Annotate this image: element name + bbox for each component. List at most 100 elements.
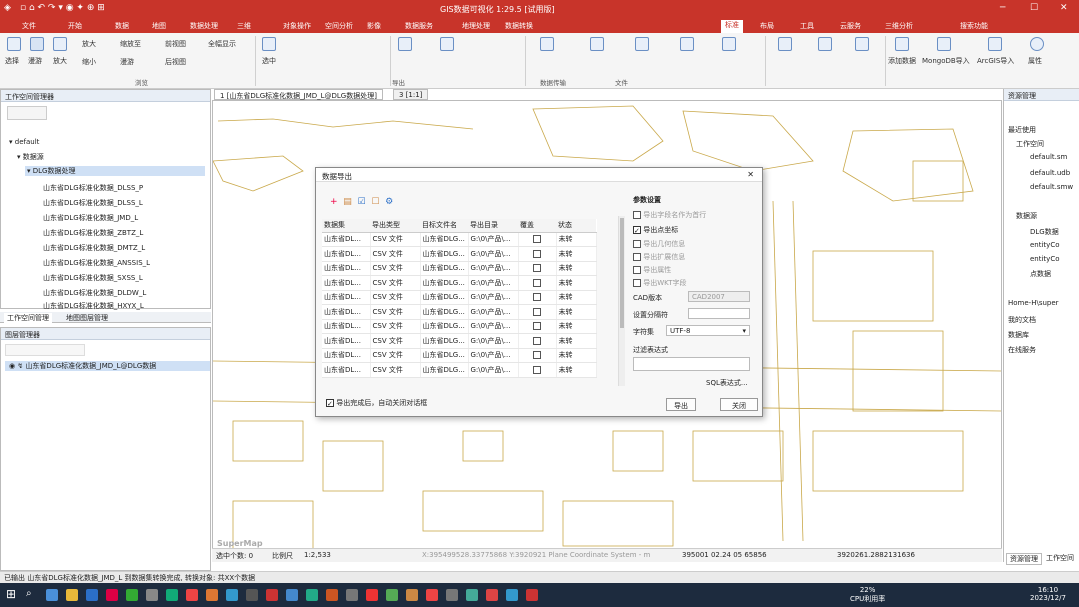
app-icon[interactable]: [266, 589, 278, 601]
layer-icon[interactable]: [778, 37, 792, 51]
dir-cell[interactable]: G:\0\产品\...: [468, 290, 519, 305]
type-cell[interactable]: CSV 文件: [370, 319, 421, 334]
app-icon[interactable]: [186, 589, 198, 601]
tree-root[interactable]: ▾ default: [9, 138, 39, 146]
tree-online[interactable]: 在线服务: [1008, 345, 1036, 355]
dataset-cell[interactable]: 山东省DL...: [322, 261, 371, 276]
app-icon[interactable]: [486, 589, 498, 601]
tab-standard-active[interactable]: 标准: [721, 20, 743, 33]
prev-view-button[interactable]: 前视图: [165, 39, 186, 49]
check-icon[interactable]: ☑: [358, 197, 366, 207]
app-icon[interactable]: [126, 589, 138, 601]
tab-layout[interactable]: 布局: [760, 21, 774, 31]
table-row[interactable]: 山东省DL... CSV 文件 山东省DLG... G:\0\产品\... 未转: [322, 261, 597, 276]
tree-item[interactable]: 山东省DLG标准化数据_ANSSIS_L: [43, 258, 150, 268]
tree-item[interactable]: 山东省DLG标准化数据_DLSS_L: [43, 198, 143, 208]
tree-datasource[interactable]: 数据源: [1016, 211, 1037, 221]
type-cell[interactable]: CSV 文件: [370, 362, 421, 378]
target-cell[interactable]: 山东省DLG...: [420, 362, 469, 378]
overwrite-cell[interactable]: [518, 348, 557, 363]
target-cell[interactable]: 山东省DLG...: [420, 333, 469, 349]
tab-start[interactable]: 开始: [68, 21, 82, 31]
type-cell[interactable]: CSV 文件: [370, 232, 421, 247]
dialog-toolbar[interactable]: + ▤ ☑ ☐ ⚙: [330, 197, 393, 207]
tab-workspace[interactable]: 工作空间管理: [4, 313, 52, 323]
app-icon[interactable]: [386, 589, 398, 601]
storage-icon[interactable]: [680, 37, 694, 51]
app-icon[interactable]: [406, 589, 418, 601]
tree-file[interactable]: entityCo: [1030, 255, 1060, 263]
overwrite-cell[interactable]: [518, 246, 557, 262]
overwrite-cell[interactable]: [518, 290, 557, 305]
tab-resource[interactable]: 资源管理: [1006, 553, 1042, 565]
overwrite-checkbox[interactable]: [533, 322, 541, 331]
table-row[interactable]: 山东省DL... CSV 文件 山东省DLG... G:\0\产品\... 未转: [322, 333, 597, 349]
app-icon[interactable]: [286, 589, 298, 601]
type-cell[interactable]: CSV 文件: [370, 261, 421, 276]
app-icon[interactable]: [366, 589, 378, 601]
cad-version-select[interactable]: CAD2007: [688, 291, 750, 302]
dir-cell[interactable]: G:\0\产品\...: [468, 246, 519, 262]
tab-data-processing[interactable]: 数据处理: [190, 21, 218, 31]
search-icon[interactable]: ⌕: [26, 588, 32, 599]
overwrite-checkbox[interactable]: [533, 336, 541, 345]
sql-expression-button[interactable]: SQL表达式...: [706, 378, 748, 388]
filter-input[interactable]: [633, 357, 750, 371]
overwrite-checkbox[interactable]: [533, 293, 541, 302]
dataset-cell[interactable]: 山东省DL...: [322, 333, 371, 349]
layer-item[interactable]: ◉ ↯ 山东省DLG标准化数据_JMD_L@DLG数据: [5, 361, 210, 371]
settings-icon[interactable]: ⚙: [385, 197, 393, 207]
dir-cell[interactable]: G:\0\产品\...: [468, 275, 519, 291]
zoom-to-button[interactable]: 缩放至: [120, 39, 141, 49]
layer-toolbar[interactable]: [5, 344, 85, 356]
style-icon[interactable]: [818, 37, 832, 51]
tree-item[interactable]: 山东省DLG标准化数据_JMD_L: [43, 213, 138, 223]
app-icon[interactable]: [206, 589, 218, 601]
app-icon[interactable]: [226, 589, 238, 601]
type-cell[interactable]: CSV 文件: [370, 290, 421, 305]
type-cell[interactable]: CSV 文件: [370, 304, 421, 320]
tree-file[interactable]: default.smw: [1030, 183, 1073, 191]
edge-icon[interactable]: [86, 589, 98, 601]
dir-cell[interactable]: G:\0\产品\...: [468, 362, 519, 378]
tab-3d-analysis[interactable]: 三维分析: [885, 21, 913, 31]
target-cell[interactable]: 山东省DLG...: [420, 290, 469, 305]
search-box[interactable]: 搜索功能: [960, 21, 988, 31]
table-row[interactable]: 山东省DL... CSV 文件 山东省DLG... G:\0\产品\... 未转: [322, 232, 597, 247]
tree-item[interactable]: 山东省DLG标准化数据_SXSS_L: [43, 273, 143, 283]
app-icon[interactable]: [526, 589, 538, 601]
tab-cloud[interactable]: 云服务: [840, 21, 861, 31]
status-cell[interactable]: 未转: [556, 290, 597, 305]
dir-cell[interactable]: G:\0\产品\...: [468, 348, 519, 363]
param-option[interactable]: 导出字段名作为首行: [633, 210, 706, 220]
table-row[interactable]: 山东省DL... CSV 文件 山东省DLG... G:\0\产品\... 未转: [322, 348, 597, 363]
tree-file[interactable]: 点数据: [1030, 269, 1051, 279]
export-icon[interactable]: [398, 37, 412, 51]
tree-file[interactable]: default.sm: [1030, 153, 1067, 161]
tree-item[interactable]: 山东省DLG标准化数据_HXYX_L: [43, 301, 144, 311]
overwrite-checkbox[interactable]: [533, 235, 541, 244]
app-icon[interactable]: [106, 589, 118, 601]
tree-datasources[interactable]: ▾ 数据源: [17, 152, 44, 162]
table-row[interactable]: 山东省DL... CSV 文件 山东省DLG... G:\0\产品\... 未转: [322, 319, 597, 334]
status-cell[interactable]: 未转: [556, 232, 597, 247]
tree-docs[interactable]: 我的文档: [1008, 315, 1036, 325]
table-row[interactable]: 山东省DL... CSV 文件 山东省DLG... G:\0\产品\... 未转: [322, 362, 597, 378]
tab-3d[interactable]: 三维: [237, 21, 251, 31]
param-option[interactable]: 导出几何信息: [633, 239, 685, 249]
app-icon[interactable]: [426, 589, 438, 601]
app-icon[interactable]: [506, 589, 518, 601]
tree-item[interactable]: 山东省DLG标准化数据_DLDW_L: [43, 288, 146, 298]
charset-select[interactable]: UTF-8 ▾: [666, 325, 750, 336]
add-icon[interactable]: +: [330, 197, 338, 207]
status-scale[interactable]: 1:2,533: [304, 551, 331, 559]
roam-button[interactable]: 漫游: [120, 57, 134, 67]
target-cell[interactable]: 山东省DLG...: [420, 348, 469, 363]
tab-file[interactable]: 文件: [22, 21, 36, 31]
clock[interactable]: 16:10 2023/12/7: [1030, 586, 1066, 602]
param-option-checked[interactable]: ✓ 导出点坐标: [633, 225, 678, 235]
dataset-cell[interactable]: 山东省DL...: [322, 290, 371, 305]
zoom-in-button[interactable]: 放大: [82, 39, 96, 49]
app-icon[interactable]: [446, 589, 458, 601]
full-extent-button[interactable]: 全幅显示: [208, 39, 236, 49]
